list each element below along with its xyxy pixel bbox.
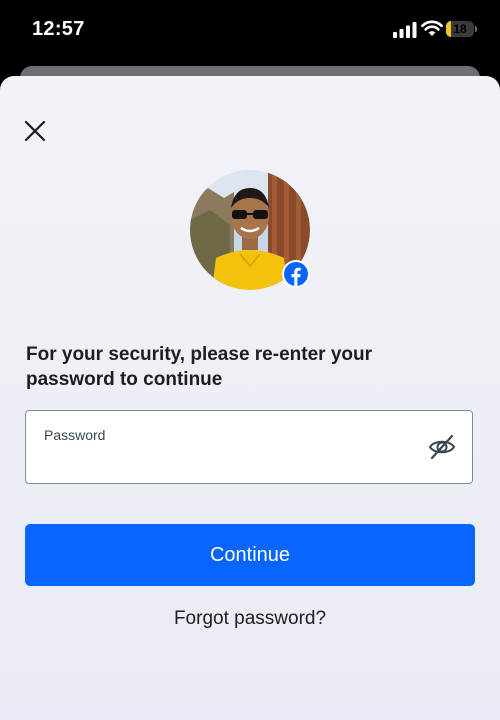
- status-time: 12:57: [32, 18, 85, 40]
- battery-level: 18: [453, 22, 467, 36]
- password-field[interactable]: Password: [25, 410, 473, 484]
- cellular-signal-icon: [393, 22, 417, 38]
- password-visibility-toggle[interactable]: [426, 431, 458, 463]
- profile-avatar: [190, 170, 310, 290]
- close-icon: [24, 120, 46, 142]
- wifi-icon: [421, 20, 443, 36]
- forgot-password-link[interactable]: Forgot password?: [0, 608, 500, 630]
- close-button[interactable]: [18, 114, 52, 148]
- password-field-label: Password: [44, 427, 106, 443]
- reauth-sheet: For your security, please re-enter your …: [0, 76, 500, 720]
- battery-cap: [475, 26, 477, 32]
- battery-body: 18: [446, 21, 474, 37]
- status-bar: 12:57 18: [0, 0, 500, 64]
- eye-slash-icon: [428, 434, 456, 460]
- battery-indicator: 18: [446, 21, 478, 37]
- password-input[interactable]: [44, 449, 418, 475]
- continue-button[interactable]: Continue: [25, 524, 475, 586]
- facebook-badge: [282, 260, 310, 288]
- reauth-prompt: For your security, please re-enter your …: [26, 344, 372, 390]
- facebook-logo-icon: [284, 262, 308, 286]
